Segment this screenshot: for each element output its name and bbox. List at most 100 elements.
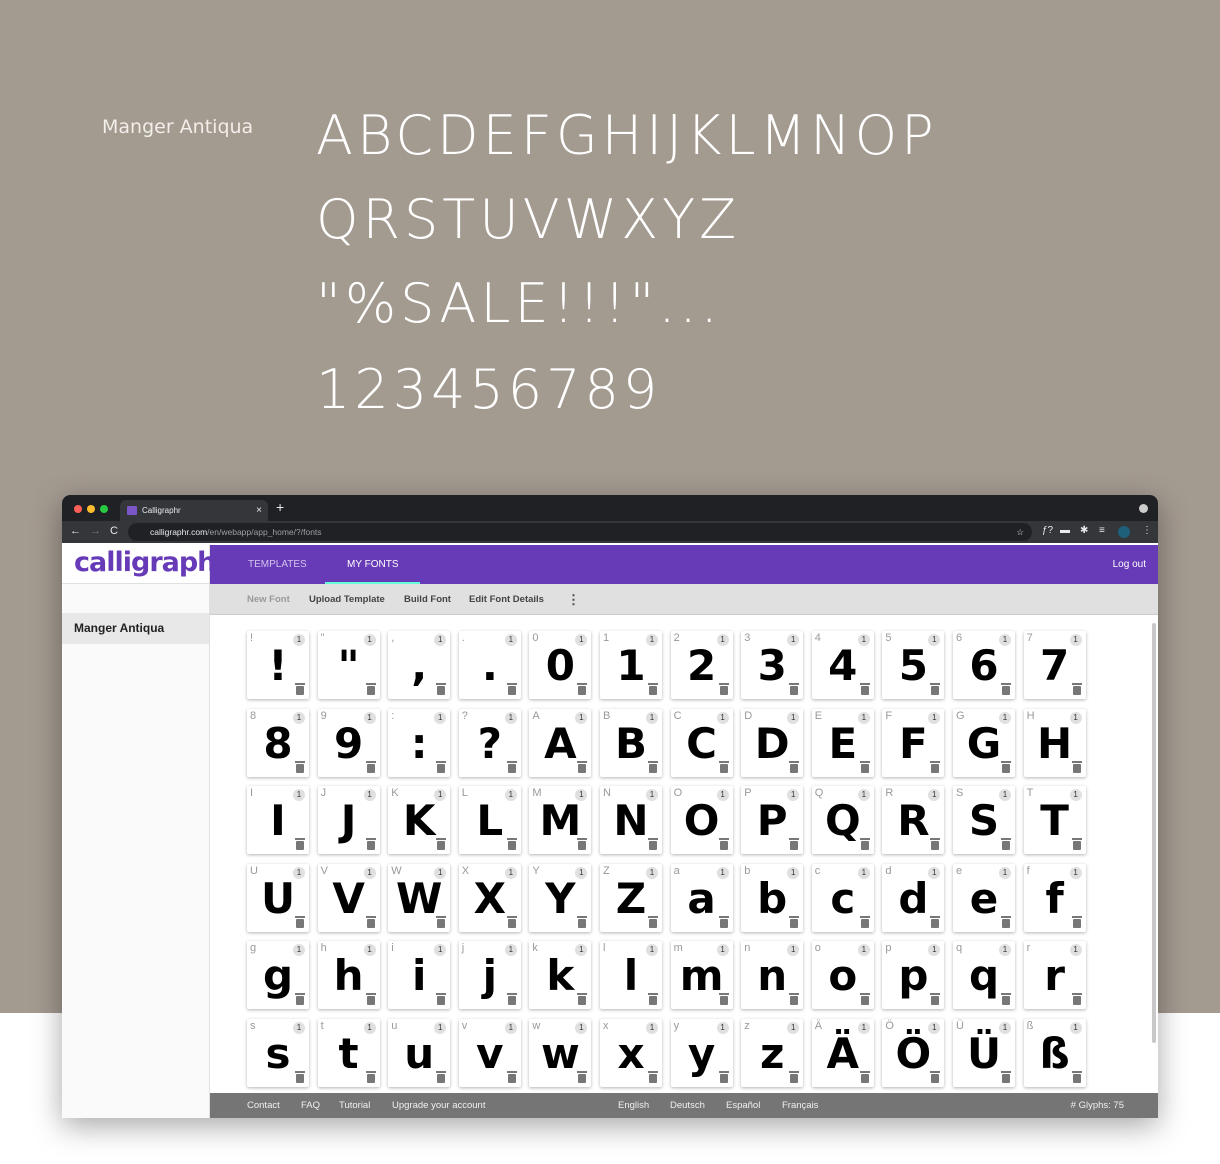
glyph-cell[interactable]: b1b (741, 863, 804, 932)
trash-icon[interactable] (718, 1070, 729, 1083)
glyph-cell[interactable]: M1M (529, 786, 592, 854)
trash-icon[interactable] (295, 993, 305, 1005)
glyph-cell[interactable]: D1D (741, 708, 804, 777)
trash-icon[interactable] (859, 1070, 870, 1083)
trash-icon[interactable] (365, 760, 376, 773)
trash-icon[interactable] (577, 915, 588, 928)
more-options-icon[interactable]: ⋮ (567, 584, 580, 615)
glyph-cell[interactable]: 515 (882, 631, 945, 699)
trash-icon[interactable] (859, 993, 870, 1005)
glyph-cell[interactable]: " 1 " (317, 631, 380, 699)
glyph-cell[interactable]: c1c (811, 863, 874, 932)
glyph-cell[interactable]: W1W (388, 863, 451, 932)
glyph-cell[interactable]: i1i (388, 941, 451, 1009)
trash-icon[interactable] (789, 760, 800, 773)
sidebar-item-font[interactable]: Manger Antiqua (62, 613, 209, 644)
glyph-cell[interactable]: ,1, (388, 631, 451, 699)
trash-icon[interactable] (1071, 915, 1082, 928)
trash-icon[interactable] (718, 838, 729, 850)
trash-icon[interactable] (648, 838, 658, 850)
glyph-cell[interactable]: 818 (247, 708, 309, 777)
new-tab-button[interactable]: + (276, 499, 284, 515)
trash-icon[interactable] (1001, 993, 1011, 1005)
trash-icon[interactable] (577, 838, 588, 850)
trash-icon[interactable] (365, 1070, 376, 1083)
trash-icon[interactable] (1071, 760, 1082, 773)
calligraphr-logo[interactable]: calligraphr (62, 545, 229, 584)
trash-icon[interactable] (648, 915, 658, 928)
logout-link[interactable]: Log out (1113, 545, 1146, 584)
glyph-cell[interactable]: h1h (317, 941, 380, 1009)
trash-icon[interactable] (789, 838, 800, 850)
glyph-cell[interactable]: .1. (458, 631, 521, 699)
glyph-cell[interactable]: 111 (600, 631, 662, 699)
media-icon[interactable]: ≡ (1099, 525, 1105, 536)
trash-icon[interactable] (506, 1070, 517, 1083)
language-deutsch[interactable]: Deutsch (670, 1093, 705, 1118)
glyph-cell[interactable]: 010 (529, 631, 592, 699)
glyph-cell[interactable]: l1l (600, 941, 662, 1009)
glyph-cell[interactable]: j1j (458, 941, 521, 1009)
trash-icon[interactable] (930, 760, 941, 773)
trash-icon[interactable] (718, 683, 729, 695)
glyph-cell[interactable]: a1a (670, 863, 733, 932)
trash-icon[interactable] (365, 993, 376, 1005)
glyph-cell[interactable]: Ä1Ä (811, 1018, 874, 1087)
glyph-cell[interactable]: F1F (882, 708, 945, 777)
trash-icon[interactable] (930, 993, 941, 1005)
glyph-cell[interactable]: 717 (1023, 631, 1086, 699)
glyph-cell[interactable]: m1m (670, 941, 733, 1009)
trash-icon[interactable] (1071, 683, 1082, 695)
trash-icon[interactable] (436, 683, 447, 695)
build-font-button[interactable]: Build Font (404, 584, 451, 615)
glyph-cell[interactable]: ? 1? (458, 708, 521, 777)
trash-icon[interactable] (577, 683, 588, 695)
scrollbar[interactable] (1152, 623, 1156, 1043)
tab-templates[interactable]: TEMPLATES (226, 545, 329, 584)
trash-icon[interactable] (295, 1070, 305, 1083)
trash-icon[interactable] (859, 915, 870, 928)
trash-icon[interactable] (930, 838, 941, 850)
glyph-cell[interactable]: O1O (670, 786, 733, 854)
trash-icon[interactable] (930, 683, 941, 695)
footer-link-tutorial[interactable]: Tutorial (339, 1093, 370, 1118)
trash-icon[interactable] (295, 838, 305, 850)
printer-icon[interactable]: ▬ (1060, 525, 1070, 536)
glyph-cell[interactable]: 212 (670, 631, 733, 699)
glyph-cell[interactable]: 313 (741, 631, 804, 699)
trash-icon[interactable] (1001, 683, 1011, 695)
trash-icon[interactable] (365, 915, 376, 928)
trash-icon[interactable] (436, 1070, 447, 1083)
trash-icon[interactable] (577, 760, 588, 773)
trash-icon[interactable] (718, 760, 729, 773)
trash-icon[interactable] (648, 1070, 658, 1083)
trash-icon[interactable] (365, 683, 376, 695)
trash-icon[interactable] (789, 915, 800, 928)
trash-icon[interactable] (295, 760, 305, 773)
glyph-cell[interactable]: w1w (529, 1018, 592, 1087)
trash-icon[interactable] (506, 760, 517, 773)
language-espanol[interactable]: Español (726, 1093, 760, 1118)
glyph-cell[interactable]: N1N (600, 786, 662, 854)
url-input[interactable]: calligraphr.com/en/webapp/app_home/?/fon… (128, 523, 1032, 541)
minimize-window-button[interactable] (87, 505, 95, 513)
trash-icon[interactable] (1001, 838, 1011, 850)
trash-icon[interactable] (1001, 760, 1011, 773)
trash-icon[interactable] (789, 993, 800, 1005)
glyph-cell[interactable]: R1R (882, 786, 945, 854)
trash-icon[interactable] (789, 1070, 800, 1083)
trash-icon[interactable] (577, 993, 588, 1005)
puzzle-icon[interactable]: ✱ (1080, 525, 1088, 536)
trash-icon[interactable] (577, 1070, 588, 1083)
trash-icon[interactable] (648, 760, 658, 773)
tab-my-fonts[interactable]: MY FONTS (325, 545, 421, 584)
language-francais[interactable]: Français (782, 1093, 818, 1118)
glyph-cell[interactable]: P1P (741, 786, 804, 854)
trash-icon[interactable] (506, 838, 517, 850)
trash-icon[interactable] (1071, 838, 1082, 850)
glyph-cell[interactable]: x1x (600, 1018, 662, 1087)
glyph-cell[interactable]: T1T (1023, 786, 1086, 854)
trash-icon[interactable] (1001, 1070, 1011, 1083)
trash-icon[interactable] (859, 683, 870, 695)
trash-icon[interactable] (859, 760, 870, 773)
